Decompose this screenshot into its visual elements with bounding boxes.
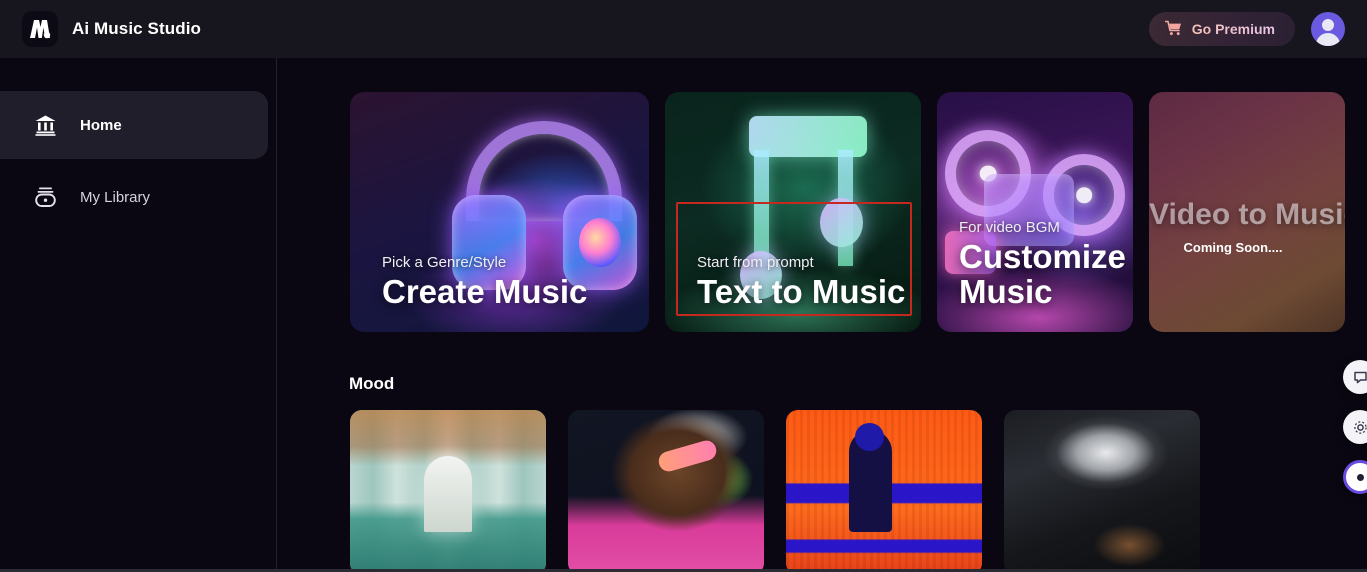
settings-gear-icon[interactable] xyxy=(1343,410,1367,444)
orange-blue-seated-silhouette-art xyxy=(786,410,982,572)
user-avatar-icon[interactable] xyxy=(1311,12,1345,46)
feature-card-kicker: Pick a Genre/Style xyxy=(382,254,507,272)
library-disc-icon xyxy=(32,184,58,210)
feature-card-kicker: For video BGM xyxy=(959,219,1060,237)
sidebar-item-my-library[interactable]: My Library xyxy=(0,163,268,231)
card-text-overlay: Start from prompt Text to Music xyxy=(665,254,921,332)
feature-card-customize-music[interactable]: For video BGM Customize Music xyxy=(937,92,1133,332)
m-note-logo-icon xyxy=(28,18,52,40)
app-logo xyxy=(22,11,58,47)
sidebar: Home My Library xyxy=(0,58,277,572)
go-premium-label: Go Premium xyxy=(1191,21,1275,37)
mood-card-palace[interactable] xyxy=(350,410,546,572)
feature-card-title: Customize Music xyxy=(959,238,1126,311)
feature-card-title: Create Music xyxy=(382,273,588,311)
mood-card-singer[interactable] xyxy=(568,410,764,572)
feature-card-row: Pick a Genre/Style Create Music Start fr… xyxy=(350,92,1345,332)
chat-bubble-icon[interactable] xyxy=(1343,360,1367,394)
app-root: Ai Music Studio Go Premium Home My Libra… xyxy=(0,0,1367,572)
coming-soon-overlay: Video to Music Coming Soon.... xyxy=(1149,198,1345,255)
mood-card-storm[interactable] xyxy=(1004,410,1200,572)
mood-card-orange[interactable] xyxy=(786,410,982,572)
dark-stormy-canyon-art xyxy=(1004,410,1200,572)
flooded-palace-statue-art xyxy=(350,410,546,572)
app-header: Ai Music Studio Go Premium xyxy=(0,0,1367,58)
mood-card-row xyxy=(350,410,1200,572)
feature-card-title: Text to Music xyxy=(697,273,906,311)
feature-card-video-to-music[interactable]: Video to Music Coming Soon.... xyxy=(1149,92,1345,332)
feature-card-kicker: Start from prompt xyxy=(697,254,814,272)
coming-soon-badge: Coming Soon.... xyxy=(1183,239,1283,255)
shopping-cart-icon xyxy=(1164,20,1182,39)
sidebar-item-my-library-label: My Library xyxy=(80,188,151,206)
card-text-overlay: For video BGM Customize Music xyxy=(937,219,1133,332)
mood-section-title: Mood xyxy=(349,374,395,393)
feature-card-title: Video to Music xyxy=(1149,197,1345,231)
brand: Ai Music Studio xyxy=(0,11,201,47)
bank-building-icon xyxy=(32,112,58,138)
brand-name: Ai Music Studio xyxy=(72,19,201,38)
floating-widget-column xyxy=(1343,360,1367,494)
sidebar-item-home-label: Home xyxy=(80,116,122,134)
card-text-overlay: Pick a Genre/Style Create Music xyxy=(350,254,649,332)
main-content: Pick a Genre/Style Create Music Start fr… xyxy=(278,58,1367,572)
header-actions: Go Premium xyxy=(1148,12,1367,46)
laughing-man-green-headphones-art xyxy=(568,410,764,572)
feature-card-text-to-music[interactable]: Start from prompt Text to Music xyxy=(665,92,921,332)
go-premium-button[interactable]: Go Premium xyxy=(1148,12,1295,46)
feature-card-create-music[interactable]: Pick a Genre/Style Create Music xyxy=(350,92,649,332)
sidebar-item-home[interactable]: Home xyxy=(0,91,268,159)
assistant-circle-icon[interactable] xyxy=(1343,460,1367,494)
